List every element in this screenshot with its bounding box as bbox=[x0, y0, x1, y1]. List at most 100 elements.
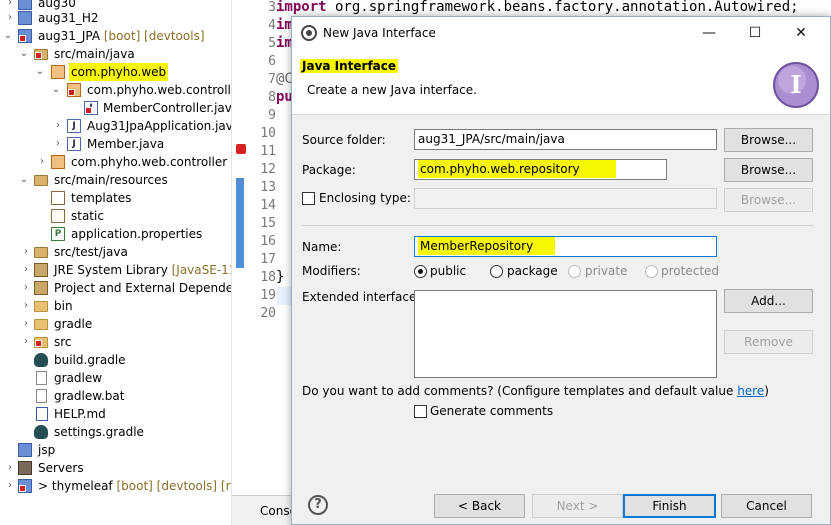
library-icon bbox=[34, 281, 48, 295]
line-number: 5 bbox=[268, 36, 276, 51]
tree-item-label: gradlew bbox=[54, 371, 103, 385]
source-folder-icon bbox=[34, 247, 48, 258]
expand-arrow-icon[interactable]: › bbox=[20, 315, 32, 333]
public-label: public bbox=[430, 264, 467, 278]
generate-comments-checkbox[interactable] bbox=[414, 405, 427, 418]
line-number: 7 bbox=[268, 72, 276, 87]
line-number: 8 bbox=[268, 90, 276, 105]
java-file-icon: J bbox=[67, 137, 81, 151]
tree-item-label: settings.gradle bbox=[54, 425, 144, 439]
expand-arrow-icon[interactable]: › bbox=[20, 261, 32, 279]
line-number: 11 bbox=[260, 144, 276, 159]
collapse-arrow-icon[interactable]: ⌄ bbox=[34, 63, 46, 81]
tree-item-label: src/test/java bbox=[54, 245, 128, 259]
project-icon bbox=[18, 0, 32, 10]
tree-item-label: com.phyho.web bbox=[69, 63, 169, 81]
source-folder-icon bbox=[34, 175, 48, 186]
expand-arrow-icon[interactable]: › bbox=[36, 153, 48, 171]
line-number: 3 bbox=[268, 0, 276, 15]
configure-templates-link[interactable]: here bbox=[737, 384, 764, 398]
code-line-18: } bbox=[276, 269, 285, 285]
collapse-arrow-icon[interactable]: ⌄ bbox=[2, 27, 14, 45]
collapse-arrow-icon[interactable]: ⌄ bbox=[18, 171, 30, 189]
name-field[interactable]: MemberRepository bbox=[414, 236, 717, 257]
folder-icon bbox=[34, 301, 48, 312]
package-icon bbox=[67, 83, 81, 97]
comments-question: Do you want to add comments? (Configure … bbox=[302, 384, 769, 398]
tree-item-label: build.gradle bbox=[54, 353, 126, 367]
minimize-button[interactable]: — bbox=[686, 17, 732, 49]
expand-arrow-icon[interactable]: › bbox=[52, 135, 64, 153]
line-number: 15 bbox=[260, 216, 276, 231]
error-marker-icon bbox=[35, 52, 42, 59]
error-marker-icon bbox=[236, 144, 246, 154]
maximize-button[interactable]: ☐ bbox=[732, 17, 778, 49]
expand-arrow-icon[interactable]: › bbox=[20, 279, 32, 297]
tree-item-label: gradlew.bat bbox=[54, 389, 125, 403]
tree-item-label: Aug31JpaApplication.java bbox=[87, 119, 232, 133]
line-number: 20 bbox=[260, 306, 276, 321]
package-icon bbox=[51, 191, 65, 205]
name-value: MemberRepository bbox=[418, 237, 556, 255]
java-file-icon: J bbox=[84, 101, 98, 115]
extended-interfaces-label: Extended interfaces: bbox=[302, 290, 427, 304]
line-number: 6 bbox=[268, 54, 276, 69]
folder-icon bbox=[34, 337, 48, 348]
line-number: 17 bbox=[260, 252, 276, 267]
finish-button[interactable]: Finish bbox=[623, 494, 716, 518]
package-icon bbox=[51, 209, 65, 223]
package-field[interactable]: com.phyho.web.repository bbox=[414, 159, 667, 180]
dialog-title: New Java Interface bbox=[323, 26, 436, 40]
name-label: Name: bbox=[302, 240, 342, 254]
expand-arrow-icon[interactable]: › bbox=[52, 117, 64, 135]
line-number: 4 bbox=[268, 18, 276, 33]
protected-label: protected bbox=[661, 264, 720, 278]
tree-item-label: application.properties bbox=[71, 227, 203, 241]
expand-arrow-icon[interactable]: › bbox=[4, 9, 16, 27]
wizard-title: Java Interface bbox=[300, 59, 399, 73]
tree-item-label: com.phyho.web.controller bbox=[87, 83, 232, 97]
tree-item-label: HELP.md bbox=[54, 407, 106, 421]
tree-item-label: src/main/resources bbox=[54, 173, 168, 187]
package-radio[interactable] bbox=[490, 265, 503, 278]
tree-item-label: Project and External Dependencies bbox=[54, 281, 231, 295]
line-number: 16 bbox=[260, 234, 276, 249]
expand-arrow-icon[interactable]: › bbox=[20, 333, 32, 351]
source-folder-icon bbox=[34, 49, 48, 60]
enclosing-type-label: Enclosing type: bbox=[319, 191, 411, 205]
tree-item-label: Servers bbox=[38, 461, 84, 475]
expand-arrow-icon[interactable]: › bbox=[20, 297, 32, 315]
file-icon bbox=[36, 371, 47, 385]
package-radio-label: package bbox=[507, 264, 558, 278]
extended-interfaces-list[interactable] bbox=[414, 290, 717, 378]
project-icon bbox=[18, 11, 32, 25]
error-marker-icon bbox=[19, 485, 26, 492]
eclipse-icon bbox=[301, 25, 317, 41]
enclosing-type-checkbox[interactable] bbox=[302, 192, 315, 205]
expand-arrow-icon[interactable]: › bbox=[4, 459, 16, 477]
project-explorer: › aug30 › aug31_H2 ⌄ aug31_JPA [boot] [d… bbox=[0, 0, 232, 525]
private-radio bbox=[568, 265, 581, 278]
cancel-button[interactable]: Cancel bbox=[721, 494, 812, 518]
public-radio[interactable] bbox=[414, 265, 427, 278]
expand-arrow-icon[interactable]: › bbox=[4, 477, 16, 495]
expand-arrow-icon[interactable]: › bbox=[20, 243, 32, 261]
comments-question-end: ) bbox=[764, 384, 769, 398]
add-interface-button[interactable]: Add... bbox=[724, 289, 813, 313]
project-icon bbox=[18, 29, 32, 43]
error-marker-icon bbox=[85, 107, 92, 114]
code-line-3: import org.springframework.beans.factory… bbox=[276, 0, 799, 15]
package-icon bbox=[51, 65, 65, 79]
help-icon[interactable]: ? bbox=[308, 495, 328, 515]
new-java-interface-dialog: New Java Interface — ☐ ✕ Java Interface … bbox=[291, 16, 831, 525]
browse-source-folder-button[interactable]: Browse... bbox=[724, 128, 813, 152]
file-icon bbox=[36, 389, 47, 403]
dialog-titlebar[interactable]: New Java Interface — ☐ ✕ bbox=[292, 17, 830, 49]
close-button[interactable]: ✕ bbox=[778, 17, 824, 49]
line-number: 9 bbox=[268, 108, 276, 123]
collapse-arrow-icon[interactable]: ⌄ bbox=[50, 81, 62, 99]
collapse-arrow-icon[interactable]: ⌄ bbox=[18, 45, 30, 63]
source-folder-field[interactable]: aug31_JPA/src/main/java bbox=[414, 129, 717, 150]
browse-package-button[interactable]: Browse... bbox=[724, 158, 813, 182]
back-button[interactable]: < Back bbox=[434, 494, 525, 518]
